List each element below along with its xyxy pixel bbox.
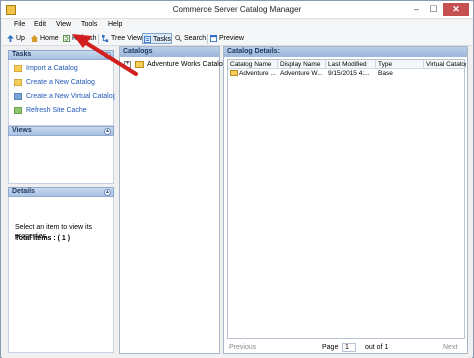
annotation-arrow	[72, 34, 138, 76]
arrow-shaft	[81, 39, 138, 76]
